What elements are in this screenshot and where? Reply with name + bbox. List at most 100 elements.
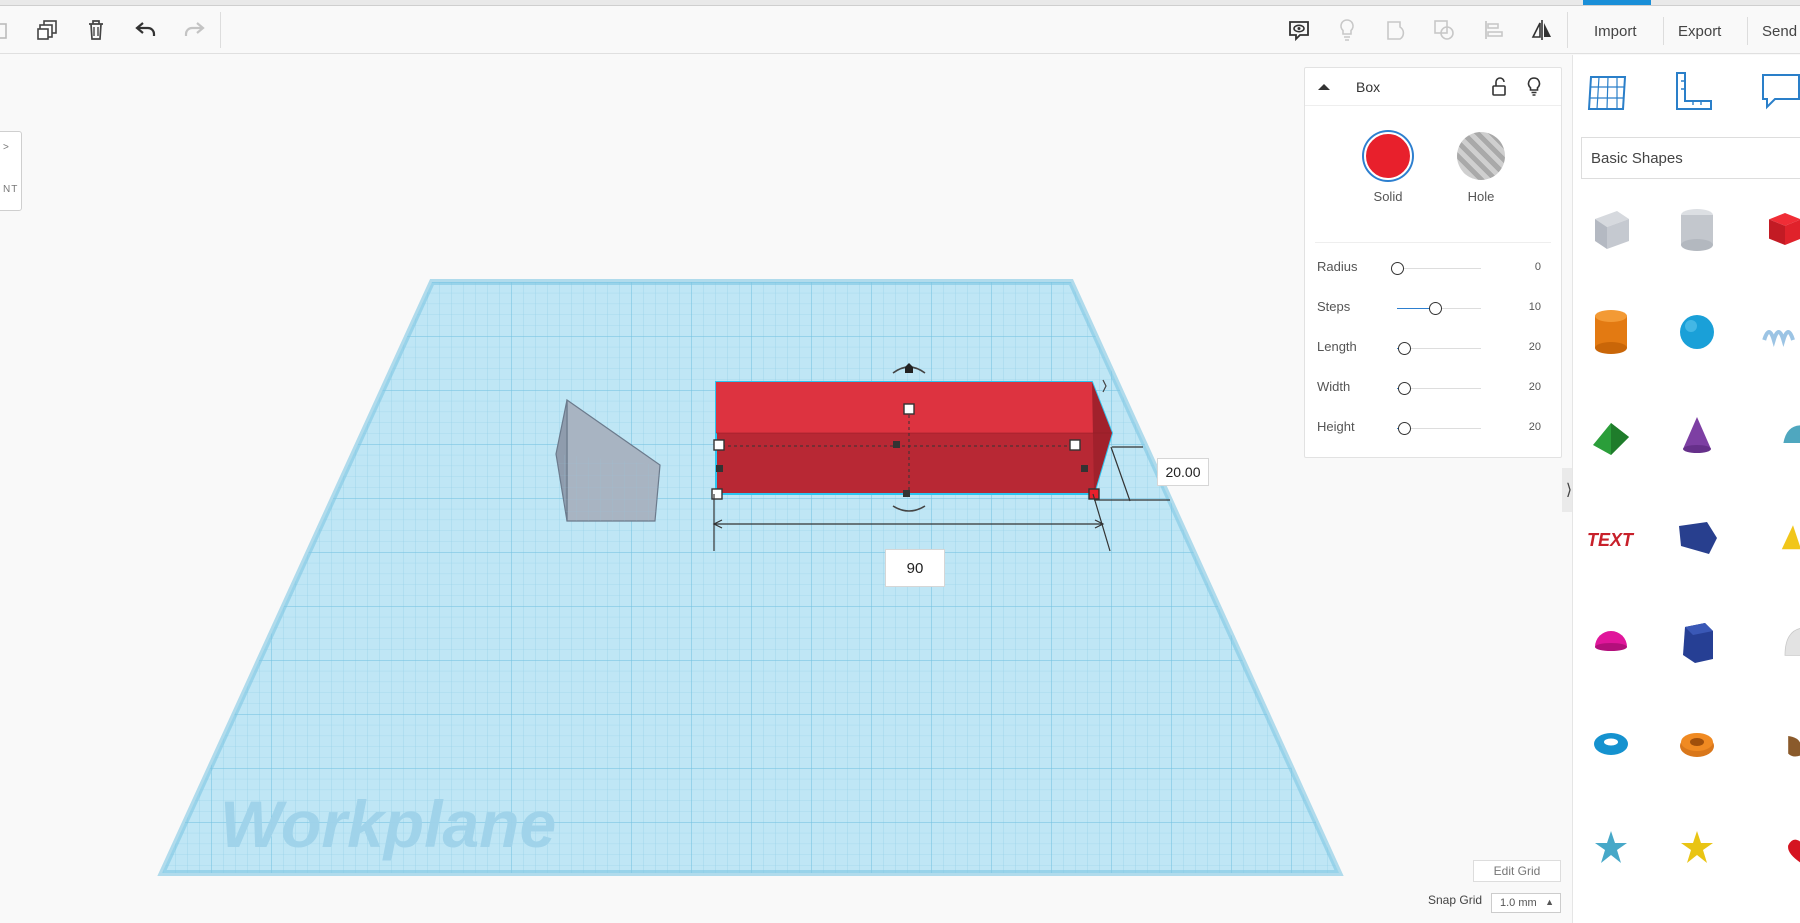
slider-track[interactable]	[1397, 268, 1481, 269]
shape-half-sphere-magenta[interactable]	[1581, 611, 1641, 671]
trash-icon[interactable]	[80, 14, 112, 46]
param-height: Height 20	[1305, 413, 1563, 443]
round-roof-icon	[1783, 425, 1800, 443]
shape-box-hole[interactable]	[1581, 199, 1641, 259]
snap-grid-label: Snap Grid	[1428, 893, 1483, 907]
tube-orange-icon	[1680, 733, 1714, 757]
param-radius: Radius 0	[1305, 253, 1563, 283]
slider-knob[interactable]	[1397, 342, 1411, 355]
send-to-button[interactable]: Send	[1747, 17, 1800, 45]
param-value[interactable]: 20	[1529, 381, 1541, 393]
ungroup-icon[interactable]	[1428, 14, 1460, 46]
shape-round-roof[interactable]	[1753, 405, 1800, 465]
shape-pyramid-yellow[interactable]	[1753, 508, 1800, 568]
slider-knob[interactable]	[1391, 262, 1404, 275]
toolbar: Import Export Send	[0, 6, 1800, 54]
scribble-icon	[1762, 330, 1795, 347]
cylinder-hole-icon	[1681, 209, 1713, 251]
star-yellow-icon	[1681, 831, 1713, 863]
pyramid-yellow-icon	[1781, 525, 1800, 550]
ring-brown-icon	[1788, 736, 1800, 757]
star-teal-icon	[1595, 831, 1627, 863]
inspector-divider	[1315, 242, 1551, 243]
import-button[interactable]: Import	[1580, 17, 1651, 45]
shape-box-red[interactable]	[1753, 199, 1800, 259]
roof-green-icon	[1593, 423, 1629, 455]
shape-roof-green[interactable]	[1581, 405, 1641, 465]
shape-inspector: Box Solid Hole Radius 0 Steps 10 Length 20 Wid…	[1304, 67, 1562, 458]
workplane-grid-icon	[1587, 76, 1627, 110]
torus-blue-icon	[1594, 733, 1628, 755]
snap-grid-select[interactable]: 1.0 mm ▲	[1491, 893, 1561, 913]
length-dimension-input[interactable]: 90	[885, 549, 945, 587]
shape-polygon-navy[interactable]	[1667, 611, 1727, 671]
edit-grid-button[interactable]: Edit Grid	[1473, 860, 1561, 882]
workplane-label: Workplane	[220, 787, 556, 861]
shape-scribble[interactable]	[1753, 302, 1800, 362]
shape-cone-purple[interactable]	[1667, 405, 1727, 465]
shape-cylinder-hole[interactable]	[1667, 199, 1727, 259]
toolbar-divider	[220, 12, 221, 48]
slider-knob[interactable]	[1397, 382, 1411, 395]
shape-torus-blue[interactable]	[1581, 714, 1641, 774]
shape-text-red[interactable]: TEXT	[1581, 508, 1641, 568]
mirror-icon[interactable]	[1526, 14, 1558, 46]
ruler-icon	[1676, 72, 1712, 110]
half-sphere-magenta-icon	[1595, 631, 1627, 651]
shape-star-yellow[interactable]	[1667, 817, 1727, 877]
duplicate-icon[interactable]	[32, 14, 64, 46]
hole-option[interactable]: Hole	[1451, 132, 1511, 204]
sphere-blue-icon	[1680, 315, 1714, 349]
hole-swatch[interactable]	[1457, 132, 1505, 180]
param-value[interactable]: 10	[1529, 301, 1541, 313]
param-steps: Steps 10	[1305, 293, 1563, 323]
shape-ring-brown[interactable]	[1753, 714, 1800, 774]
view-cube-face-label: NT	[3, 184, 19, 195]
param-length: Length 20	[1305, 333, 1563, 363]
slider-knob[interactable]	[1397, 422, 1411, 435]
align-icon[interactable]	[1478, 14, 1510, 46]
shape-tube-orange[interactable]	[1667, 714, 1727, 774]
light-bulb-icon[interactable]	[1523, 75, 1545, 97]
inspector-title: Box	[1356, 79, 1381, 95]
group-icon[interactable]	[1380, 14, 1412, 46]
param-value[interactable]: 0	[1535, 261, 1541, 273]
toolbar-divider	[1567, 12, 1568, 48]
wedge-navy-icon	[1679, 522, 1717, 554]
hole-label: Hole	[1467, 189, 1495, 204]
param-label: Width	[1317, 379, 1351, 394]
shape-heart-red[interactable]	[1753, 817, 1800, 877]
paraboloid-gray-icon	[1784, 628, 1800, 656]
svg-text:TEXT: TEXT	[1587, 530, 1635, 550]
unlock-icon[interactable]	[1489, 76, 1511, 98]
param-value[interactable]: 20	[1529, 421, 1541, 433]
shape-star-teal[interactable]	[1581, 817, 1641, 877]
selected-box[interactable]	[715, 381, 1114, 495]
light-bulb-icon[interactable]	[1331, 14, 1363, 46]
undo-icon[interactable]	[130, 14, 162, 46]
ruler-tool[interactable]	[1669, 65, 1719, 119]
export-button[interactable]: Export	[1663, 17, 1735, 45]
shape-cylinder-orange[interactable]	[1581, 302, 1641, 362]
param-label: Steps	[1317, 299, 1351, 314]
param-value[interactable]: 20	[1529, 341, 1541, 353]
notes-tool[interactable]	[1753, 65, 1800, 119]
shape-wedge-navy[interactable]	[1667, 508, 1727, 568]
workplane-tool[interactable]	[1583, 65, 1633, 119]
solid-color-swatch[interactable]	[1364, 132, 1412, 180]
tinkercad-editor: Import Export Send Workplane > NT 20.00 …	[0, 0, 1800, 923]
shape-category-select[interactable]: Basic Shapes	[1581, 137, 1800, 179]
copy-icon[interactable]	[0, 14, 18, 46]
shape-paraboloid-gray[interactable]	[1753, 611, 1800, 671]
param-label: Radius	[1317, 259, 1358, 274]
solid-option[interactable]: Solid	[1358, 132, 1418, 204]
notes-icon[interactable]	[1283, 14, 1315, 46]
view-cube[interactable]: > NT	[0, 131, 22, 211]
collapse-icon[interactable]	[1315, 78, 1333, 96]
redo-icon[interactable]	[178, 14, 210, 46]
height-dimension-label[interactable]: 20.00	[1157, 458, 1209, 486]
snap-grid-value: 1.0 mm	[1500, 897, 1537, 909]
slider-knob[interactable]	[1428, 302, 1442, 315]
cone-purple-icon	[1683, 417, 1711, 453]
shape-sphere-blue[interactable]	[1667, 302, 1727, 362]
